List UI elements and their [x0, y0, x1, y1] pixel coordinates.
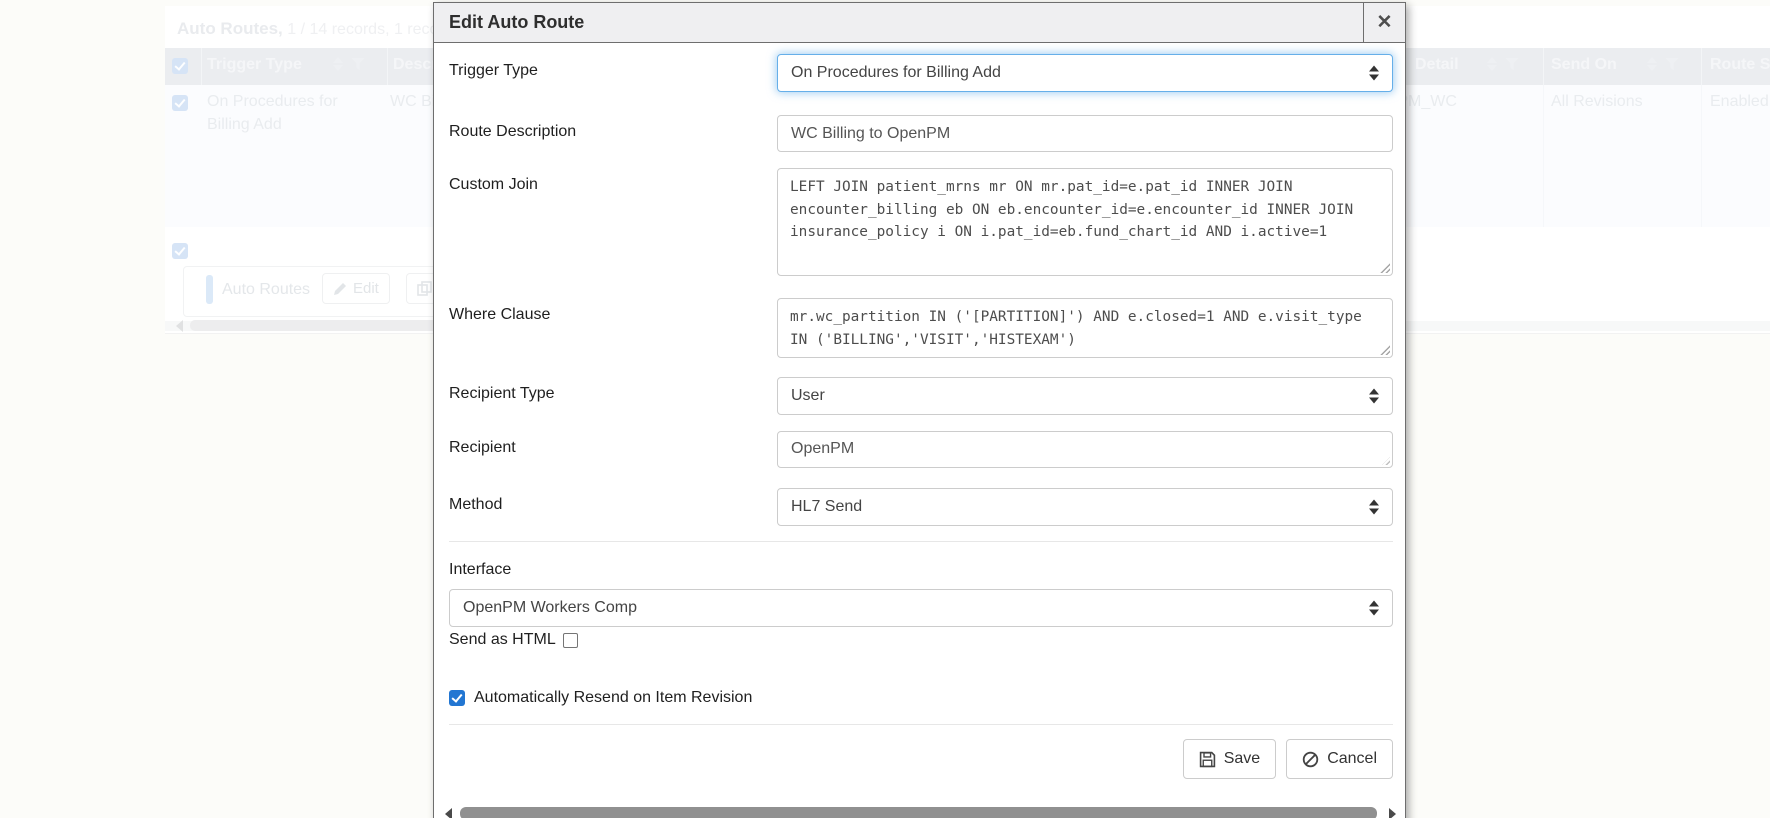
edit-auto-route-dialog: Edit Auto Route ✕ Trigger Type On Proced… — [433, 2, 1406, 818]
select-arrows-icon — [1369, 389, 1379, 404]
sort-icon[interactable] — [1487, 57, 1497, 71]
filter-icon[interactable] — [1505, 58, 1519, 71]
cell-trigger-type: On Procedures for Billing Add — [207, 90, 372, 136]
close-icon: ✕ — [1377, 11, 1393, 34]
form-row-custom-join: Custom Join LEFT JOIN patient_mrns mr ON… — [449, 168, 1393, 276]
edit-button-label: Edit — [353, 280, 379, 297]
where-clause-label: Where Clause — [449, 298, 777, 324]
form-row-method: Method HL7 Send — [449, 488, 1393, 526]
cancel-button-label: Cancel — [1327, 750, 1377, 768]
recipient-type-value: User — [791, 387, 825, 405]
select-arrows-icon — [1369, 66, 1379, 81]
method-value: HL7 Send — [791, 498, 862, 516]
dialog-hscrollbar-thumb[interactable] — [460, 807, 1377, 818]
dialog-footer: Save Cancel — [449, 739, 1393, 779]
select-arrows-icon — [1369, 500, 1379, 515]
cancel-slash-circle-icon — [1302, 751, 1319, 768]
edit-button-background[interactable]: Edit — [322, 273, 390, 304]
column-divider — [1543, 48, 1544, 85]
save-button-label: Save — [1224, 750, 1260, 768]
auto-resend-row: Automatically Resend on Item Revision — [449, 689, 1393, 707]
form-row-trigger-type: Trigger Type On Procedures for Billing A… — [449, 54, 1393, 92]
form-row-recipient: Recipient OpenPM — [449, 431, 1393, 468]
save-button[interactable]: Save — [1183, 739, 1276, 779]
custom-join-textarea[interactable]: LEFT JOIN patient_mrns mr ON mr.pat_id=e… — [777, 168, 1393, 276]
dialog-hscrollbar[interactable] — [434, 804, 1405, 818]
recipient-type-select[interactable]: User — [777, 377, 1393, 415]
column-divider — [1701, 85, 1702, 227]
interface-label: Interface — [449, 561, 1393, 579]
dialog-body: Trigger Type On Procedures for Billing A… — [434, 43, 1405, 779]
recipient-label: Recipient — [449, 431, 777, 457]
recipient-type-label: Recipient Type — [449, 377, 777, 403]
interface-select[interactable]: OpenPM Workers Comp — [449, 589, 1393, 627]
column-divider — [387, 48, 388, 85]
interface-value: OpenPM Workers Comp — [463, 599, 637, 617]
copy-icon — [417, 281, 432, 296]
form-row-where-clause: Where Clause mr.wc_partition IN ('[PARTI… — [449, 298, 1393, 358]
column-header-route-status[interactable]: Route Status — [1710, 56, 1770, 74]
footer-divider — [449, 724, 1393, 725]
send-on-header-icons — [1647, 57, 1679, 71]
dialog-header: Edit Auto Route ✕ — [434, 3, 1405, 43]
auto-resend-checkbox[interactable] — [449, 690, 465, 706]
method-select[interactable]: HL7 Send — [777, 488, 1393, 526]
send-as-html-checkbox[interactable] — [563, 633, 578, 648]
panel-scroll-left-arrow[interactable] — [176, 320, 183, 332]
cell-route-status: Enabled — [1710, 90, 1769, 113]
cell-send-on: All Revisions — [1551, 90, 1643, 113]
detail-header-icons — [1487, 57, 1519, 71]
cancel-button[interactable]: Cancel — [1286, 739, 1393, 779]
where-clause-textarea[interactable]: mr.wc_partition IN ('[PARTITION]') AND e… — [777, 298, 1393, 358]
scroll-left-arrow[interactable] — [445, 808, 452, 818]
select-arrows-icon — [1369, 601, 1379, 616]
method-label: Method — [449, 488, 777, 514]
filter-icon[interactable] — [1665, 58, 1679, 71]
dialog-title: Edit Auto Route — [434, 3, 1363, 42]
send-as-html-row: Send as HTML — [449, 631, 1393, 649]
custom-join-label: Custom Join — [449, 168, 777, 194]
scroll-right-arrow[interactable] — [1389, 808, 1396, 818]
route-description-label: Route Description — [449, 115, 777, 141]
select-all-checkbox[interactable] — [172, 58, 188, 74]
row-checkbox[interactable] — [172, 95, 188, 111]
trigger-type-value: On Procedures for Billing Add — [791, 64, 1001, 82]
column-divider — [201, 48, 202, 85]
column-divider — [1701, 48, 1702, 85]
column-header-send-on[interactable]: Send On — [1551, 56, 1617, 74]
column-header-trigger-type[interactable]: Trigger Type — [207, 56, 302, 74]
section-divider — [449, 541, 1393, 542]
send-as-html-label: Send as HTML — [449, 631, 556, 649]
tab-auto-routes[interactable]: Auto Routes — [222, 281, 310, 299]
form-row-recipient-type: Recipient Type User — [449, 377, 1393, 415]
trigger-type-label: Trigger Type — [449, 54, 777, 80]
recipient-textarea[interactable]: OpenPM — [777, 431, 1393, 468]
trigger-type-header-icons — [333, 57, 365, 71]
panel-title: Auto Routes, — [177, 19, 283, 38]
close-button[interactable]: ✕ — [1363, 3, 1405, 42]
trigger-type-select[interactable]: On Procedures for Billing Add — [777, 54, 1393, 92]
save-floppy-icon — [1199, 751, 1216, 768]
auto-resend-label: Automatically Resend on Item Revision — [474, 689, 752, 707]
column-divider — [1543, 85, 1544, 227]
row2-checkbox[interactable] — [172, 243, 188, 259]
form-row-route-description: Route Description — [449, 115, 1393, 152]
column-header-detail[interactable]: Detail — [1415, 56, 1459, 74]
sort-icon[interactable] — [1647, 57, 1657, 71]
active-tab-accent — [206, 275, 213, 304]
filter-icon[interactable] — [351, 58, 365, 71]
route-description-input[interactable] — [777, 115, 1393, 152]
sort-icon[interactable] — [333, 57, 343, 71]
pencil-icon — [333, 282, 347, 296]
